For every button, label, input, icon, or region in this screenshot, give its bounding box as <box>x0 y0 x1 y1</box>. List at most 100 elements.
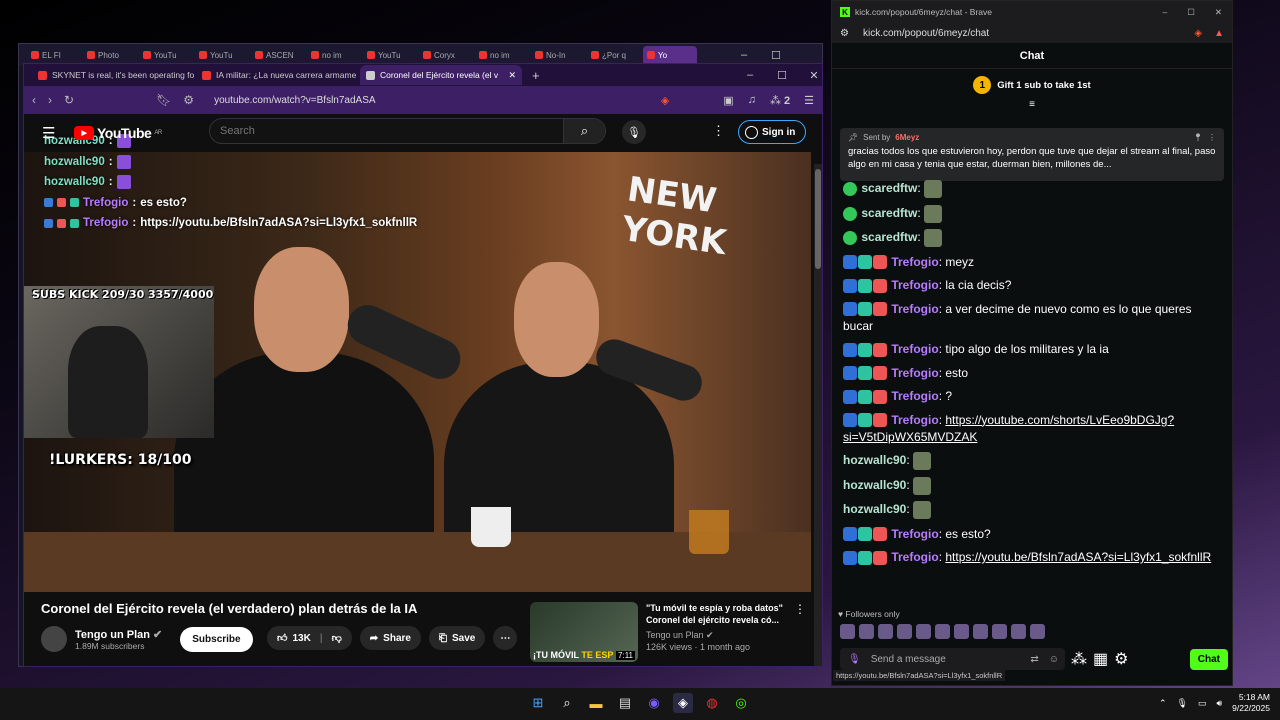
site-info-icon[interactable]: ⚙︎ <box>183 93 194 107</box>
tab-coronel[interactable]: Coronel del Ejército revela (el v ✕ <box>360 65 522 85</box>
background-tab[interactable]: Yo <box>643 46 697 64</box>
emote-slot[interactable] <box>954 624 969 639</box>
background-tab[interactable]: Coryx <box>419 46 473 64</box>
mic-icon[interactable]: 🎙︎ <box>1177 698 1188 709</box>
back-icon[interactable]: ‹ <box>32 93 36 107</box>
windows-start-icon[interactable]: ⊞ <box>528 693 548 713</box>
brave-rewards-icon[interactable]: ▲ <box>1214 28 1224 39</box>
recommended-video[interactable]: ¡TU MÓVIL TE ESP 7:11 "Tu móvil te espía… <box>530 602 806 662</box>
page-scrollbar[interactable] <box>814 164 822 666</box>
minimize-icon[interactable]: – <box>1163 7 1168 18</box>
recommended-more-icon[interactable]: ⋮ <box>794 602 806 662</box>
emote-slot[interactable] <box>1030 624 1045 639</box>
chat-username[interactable]: Trefogio <box>891 550 938 564</box>
unpin-icon[interactable]: 📍︎ <box>1193 133 1203 142</box>
settings-gear-icon[interactable]: ⚙ <box>1114 649 1128 669</box>
close-window-icon[interactable]: ✕ <box>1215 7 1222 18</box>
emoji-icon[interactable]: ☺ <box>1049 654 1065 665</box>
wifi-icon[interactable]: ▭ <box>1198 698 1207 709</box>
emote-slot[interactable] <box>878 624 893 639</box>
background-tab[interactable]: no im <box>307 46 361 64</box>
menu-icon[interactable]: ☰ <box>804 94 814 107</box>
volume-icon[interactable]: 🔊︎ <box>1217 698 1223 709</box>
background-tab[interactable]: ¿Por q <box>587 46 641 64</box>
save-button[interactable]: ⎗ Save <box>428 626 486 650</box>
chat-link[interactable]: https://youtu.be/Bfsln7adASA?si=Ll3yfx1_… <box>945 550 1211 564</box>
emote-slot[interactable] <box>916 624 931 639</box>
extensions-icon[interactable]: ⁂ <box>1071 649 1087 669</box>
emote-slot[interactable] <box>992 624 1007 639</box>
background-tab[interactable]: YouTu <box>363 46 417 64</box>
sidebar-icon[interactable]: ▣ <box>723 94 733 107</box>
more-options-icon[interactable]: ⋮ <box>712 123 725 139</box>
recommended-channel[interactable]: Tengo un Plan ✔ <box>646 629 786 641</box>
background-tab[interactable]: YouTu <box>139 46 193 64</box>
emote-slot[interactable] <box>935 624 950 639</box>
brave-shields-icon[interactable]: ◈ <box>661 94 669 107</box>
send-message-input[interactable]: 🎙︎ Send a message ⇄ ☺ <box>840 648 1065 670</box>
obs-icon[interactable]: ◍ <box>702 693 722 713</box>
mic-icon[interactable]: 🎙︎ <box>848 654 861 665</box>
kick-url[interactable]: kick.com/popout/6meyz/chat <box>863 28 989 39</box>
chat-username[interactable]: Trefogio <box>891 413 938 427</box>
search-icon[interactable]: ⌕ <box>563 119 605 143</box>
recommended-title[interactable]: "Tu móvil te espía y roba datos" Coronel… <box>646 602 786 626</box>
chat-username[interactable]: Trefogio <box>891 278 938 292</box>
kick-app-icon[interactable]: ◎ <box>731 693 751 713</box>
maximize-icon[interactable]: ☐ <box>766 64 798 86</box>
brave-browser-icon[interactable]: ◈ <box>673 693 693 713</box>
forward-icon[interactable]: › <box>48 93 52 107</box>
chat-username[interactable]: Trefogio <box>891 389 938 403</box>
youtube-logo[interactable]: ▶ YouTube AR <box>74 125 162 141</box>
chat-username[interactable]: Trefogio <box>891 342 938 356</box>
chat-username[interactable]: Trefogio <box>891 366 938 380</box>
pinned-message[interactable]: 📌︎ Sent by 6Meyz 📍︎ ⋮ gracias todos los … <box>840 128 1224 181</box>
emote-slot[interactable] <box>859 624 874 639</box>
reload-icon[interactable]: ↻ <box>64 93 74 107</box>
background-tab[interactable]: no im <box>475 46 529 64</box>
pinned-expand-icon[interactable]: ≡ <box>832 99 1232 110</box>
background-tab[interactable]: ASCEN <box>251 46 305 64</box>
search-icon[interactable]: ⌕ <box>557 693 577 713</box>
chat-username[interactable]: hozwallc90 <box>843 502 906 516</box>
chat-username[interactable]: scaredftw <box>861 206 917 220</box>
microphone-icon[interactable]: 🎙︎ <box>622 120 646 144</box>
extensions-icon[interactable]: ⁂ 2 <box>770 94 790 107</box>
share-button[interactable]: ➦ Share <box>359 626 421 650</box>
bookmark-icon[interactable]: 🔖︎ <box>156 93 171 107</box>
tab-skynet[interactable]: SKYNET is real, it's been operating fo <box>32 65 194 85</box>
file-explorer-icon[interactable]: ▬ <box>586 693 606 713</box>
channel-name[interactable]: Tengo un Plan ✔ <box>75 628 162 641</box>
hamburger-menu-icon[interactable]: ☰ <box>42 124 62 142</box>
background-tab[interactable]: YouTu <box>195 46 249 64</box>
chat-username[interactable]: hozwallc90 <box>843 453 906 467</box>
emote-slot[interactable] <box>973 624 988 639</box>
send-chat-button[interactable]: Chat <box>1189 648 1228 670</box>
chat-username[interactable]: Trefogio <box>891 255 938 269</box>
pinned-more-icon[interactable]: ⋮ <box>1208 133 1216 142</box>
thumbs-down-icon[interactable]: 👎︎ <box>332 632 342 644</box>
translate-icon[interactable]: ⇄ <box>1030 654 1038 665</box>
tray-overflow-icon[interactable]: ⌃ <box>1159 698 1167 709</box>
close-window-icon[interactable]: ✕ <box>798 64 830 86</box>
store-icon[interactable]: ▦ <box>1093 649 1108 669</box>
channel-avatar[interactable] <box>41 626 67 652</box>
search-input[interactable] <box>210 125 563 137</box>
url-field[interactable]: youtube.com/watch?v=Bfsln7adASA <box>214 95 375 106</box>
store-icon[interactable]: ▤ <box>615 693 635 713</box>
chat-username[interactable]: scaredftw <box>861 181 917 195</box>
subscribe-button[interactable]: Subscribe <box>180 626 253 652</box>
background-tab[interactable]: EL FI <box>27 46 81 64</box>
emote-slot[interactable] <box>1011 624 1026 639</box>
chat-username[interactable]: Trefogio <box>891 302 938 316</box>
like-button[interactable]: 👍︎ 13K | 👎︎ <box>267 626 352 650</box>
sign-in-button[interactable]: Sign in <box>738 120 806 144</box>
scrollbar-thumb[interactable] <box>815 169 821 269</box>
site-info-icon[interactable]: ⚙︎ <box>840 28 849 39</box>
chat-username[interactable]: Trefogio <box>891 527 938 541</box>
background-tab[interactable]: No-In <box>531 46 585 64</box>
pinned-author[interactable]: 6Meyz <box>895 133 919 142</box>
recommended-thumbnail[interactable]: ¡TU MÓVIL TE ESP 7:11 <box>530 602 638 662</box>
chat-username[interactable]: hozwallc90 <box>843 478 906 492</box>
tab-ia-militar[interactable]: IA militar: ¿La nueva carrera armame <box>196 65 358 85</box>
